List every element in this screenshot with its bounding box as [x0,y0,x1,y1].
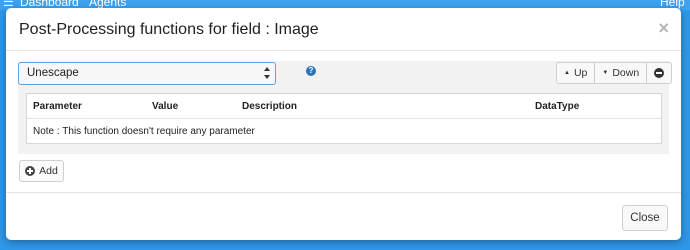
function-select[interactable]: Unescape [18,62,276,85]
close-button[interactable]: Close [622,205,668,231]
move-up-button[interactable]: ▲ Up [557,63,594,83]
remove-function-button[interactable] [646,63,671,83]
order-button-group: ▲ Up ▼ Down [556,62,673,84]
question-circle-icon[interactable]: ? [306,66,316,76]
table-divider [27,118,661,119]
select-arrows-icon [264,67,270,79]
function-panel: Unescape ? ▲ Up ▼ Down Parameter Value D [18,61,673,154]
parameters-table: Parameter Value Description DataType Not… [26,93,662,144]
column-header-value: Value [152,101,179,112]
move-up-label: Up [573,67,588,79]
modal-footer: Close [6,192,681,240]
plus-circle-icon [25,166,36,176]
add-function-button[interactable]: Add [19,160,64,182]
post-processing-modal: Post-Processing functions for field : Im… [6,8,681,240]
modal-title: Post-Processing functions for field : Im… [19,21,319,38]
add-button-label: Add [39,165,58,177]
function-select-value: Unescape [27,67,79,79]
caret-up-icon: ▲ [564,70,570,76]
close-x-icon[interactable]: × [658,19,669,37]
column-header-datatype: DataType [535,101,580,112]
no-parameters-note: Note : This function doesn't require any… [33,126,255,137]
column-header-parameter: Parameter [33,101,82,112]
move-down-button[interactable]: ▼ Down [594,63,646,83]
modal-header: Post-Processing functions for field : Im… [6,8,681,51]
column-header-description: Description [242,101,298,112]
minus-circle-icon [654,68,665,78]
caret-down-icon: ▼ [602,70,609,76]
move-down-label: Down [612,67,640,79]
